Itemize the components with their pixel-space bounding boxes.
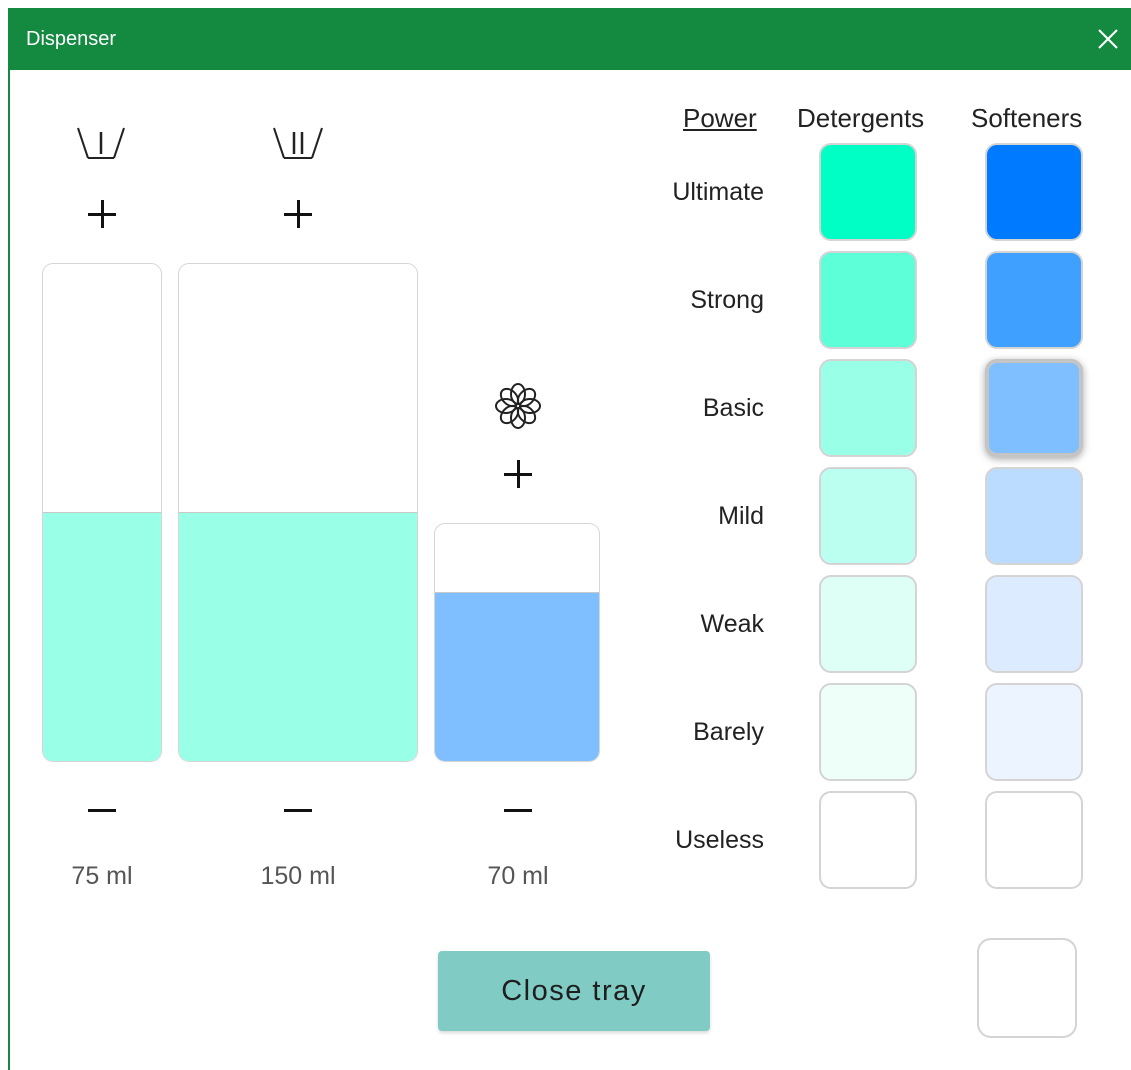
- detergent-strong-swatch[interactable]: [819, 251, 917, 349]
- tank-2-volume: 150 ml: [260, 862, 336, 890]
- power-header[interactable]: Power: [683, 103, 757, 134]
- flower-icon: [494, 382, 542, 435]
- detergent-mild-swatch[interactable]: [819, 467, 917, 565]
- tank-3-decrease-button[interactable]: [496, 788, 540, 832]
- row-label-useless: Useless: [675, 826, 764, 854]
- tank-2: [178, 263, 418, 762]
- row-label-ultimate: Ultimate: [672, 178, 764, 206]
- tank-3-fill: [435, 591, 599, 761]
- tank-1: [42, 263, 162, 762]
- softener-useless-swatch[interactable]: [985, 791, 1083, 889]
- tank-3: [434, 523, 600, 762]
- tank-1-volume: 75 ml: [71, 862, 133, 890]
- detergent-useless-swatch[interactable]: [819, 791, 917, 889]
- tank-2-fill: [179, 511, 417, 761]
- tank-2-increase-button[interactable]: [276, 192, 320, 236]
- close-icon: [1098, 29, 1118, 49]
- row-label-barely: Barely: [693, 718, 764, 746]
- compartment-1-icon: [76, 122, 126, 167]
- row-label-basic: Basic: [702, 394, 764, 422]
- detergent-weak-swatch[interactable]: [819, 575, 917, 673]
- tank-1-fill: [43, 511, 161, 761]
- close-tray-button[interactable]: Close tray: [438, 951, 710, 1031]
- window-title: Dispenser: [26, 28, 117, 50]
- detergents-header: Detergents: [797, 103, 925, 133]
- row-label-weak: Weak: [700, 610, 764, 638]
- row-label-mild: Mild: [718, 502, 764, 530]
- tank-2-decrease-button[interactable]: [276, 788, 320, 832]
- softener-weak-swatch[interactable]: [985, 575, 1083, 673]
- detergent-barely-swatch[interactable]: [819, 683, 917, 781]
- tank-1-increase-button[interactable]: [80, 192, 124, 236]
- softener-barely-swatch[interactable]: [985, 683, 1083, 781]
- compartment-2-icon: [272, 122, 324, 167]
- softener-basic-swatch[interactable]: [985, 359, 1083, 457]
- softeners-header: Softeners: [971, 103, 1083, 133]
- detergent-basic-swatch[interactable]: [819, 359, 917, 457]
- tank-3-volume: 70 ml: [487, 862, 549, 890]
- softener-strong-swatch[interactable]: [985, 251, 1083, 349]
- softener-mild-swatch[interactable]: [985, 467, 1083, 565]
- row-label-strong: Strong: [690, 286, 764, 314]
- empty-swatch[interactable]: [977, 938, 1077, 1038]
- title-bar: Dispenser: [8, 8, 1131, 70]
- tank-3-increase-button[interactable]: [496, 452, 540, 496]
- tank-1-decrease-button[interactable]: [80, 788, 124, 832]
- close-button[interactable]: [1085, 18, 1131, 60]
- detergent-ultimate-swatch[interactable]: [819, 143, 917, 241]
- softener-ultimate-swatch[interactable]: [985, 143, 1083, 241]
